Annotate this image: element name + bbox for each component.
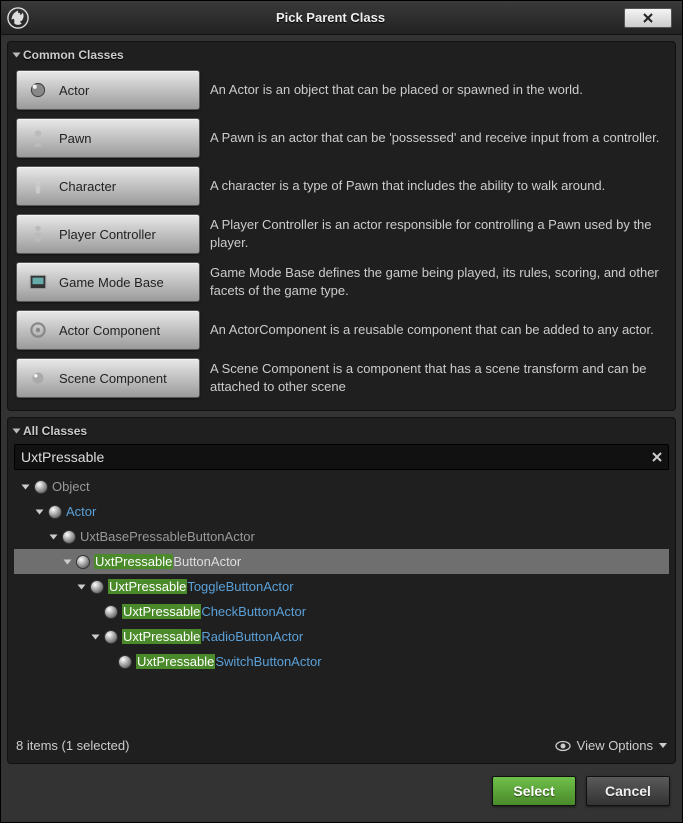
class-bullet-icon — [48, 505, 62, 519]
title-bar: Pick Parent Class — [1, 1, 682, 35]
button-bar: Select Cancel — [7, 770, 676, 816]
tree-item[interactable]: Actor — [14, 499, 669, 524]
class-bullet-icon — [62, 530, 76, 544]
expander-open-icon[interactable] — [90, 633, 100, 641]
game-mode-base-icon — [27, 271, 49, 293]
player-controller-icon — [27, 223, 49, 245]
close-icon — [651, 451, 663, 463]
class-row-game-mode-base: Game Mode Base Game Mode Base defines the… — [14, 258, 669, 306]
select-button[interactable]: Select — [492, 776, 576, 806]
tree-item[interactable]: UxtPressableButtonActor — [14, 549, 669, 574]
tree-item-label: UxtPressableSwitchButtonActor — [136, 654, 322, 669]
clear-search-button[interactable] — [646, 446, 668, 468]
section-title: Common Classes — [23, 48, 124, 62]
close-icon — [642, 12, 654, 24]
tree-item[interactable]: UxtPressableToggleButtonActor — [14, 574, 669, 599]
class-label: Character — [59, 179, 116, 194]
tree-item-label: Object — [52, 479, 90, 494]
dialog-body: Common Classes Actor An Actor is an objec… — [1, 35, 682, 822]
tree-item[interactable]: UxtPressableCheckButtonActor — [14, 599, 669, 624]
tree-item-label: UxtBasePressableButtonActor — [80, 529, 255, 544]
tree-item-label: UxtPressableRadioButtonActor — [122, 629, 303, 644]
all-classes-header[interactable]: All Classes — [14, 422, 669, 442]
expander-open-icon[interactable] — [20, 483, 30, 491]
class-row-actor-component: Actor Component An ActorComponent is a re… — [14, 306, 669, 354]
tree-item[interactable]: Object — [14, 474, 669, 499]
tree-item-label: UxtPressableToggleButtonActor — [108, 579, 294, 594]
character-icon — [27, 175, 49, 197]
scene-component-icon — [27, 367, 49, 389]
class-description: A Player Controller is an actor responsi… — [210, 216, 667, 251]
common-classes-list: Actor An Actor is an object that can be p… — [14, 66, 669, 402]
class-label: Player Controller — [59, 227, 156, 242]
class-description: An Actor is an object that can be placed… — [210, 81, 667, 99]
window-title: Pick Parent Class — [37, 10, 624, 25]
search-input[interactable] — [15, 449, 646, 465]
eye-icon — [555, 740, 571, 752]
class-bullet-icon — [104, 605, 118, 619]
class-bullet-icon — [118, 655, 132, 669]
class-description: Game Mode Base defines the game being pl… — [210, 264, 667, 299]
expander-open-icon[interactable] — [48, 533, 58, 541]
class-description: A character is a type of Pawn that inclu… — [210, 177, 667, 195]
class-bullet-icon — [104, 630, 118, 644]
expander-open-icon[interactable] — [76, 583, 86, 591]
class-bullet-icon — [34, 480, 48, 494]
search-row — [14, 444, 669, 470]
class-row-player-controller: Player Controller A Player Controller is … — [14, 210, 669, 258]
tree-item[interactable]: UxtBasePressableButtonActor — [14, 524, 669, 549]
class-button-game-mode-base[interactable]: Game Mode Base — [16, 262, 200, 302]
tree-footer: 8 items (1 selected) View Options — [14, 732, 669, 755]
tree-item[interactable]: UxtPressableSwitchButtonActor — [14, 649, 669, 674]
all-classes-panel: All Classes Object Actor UxtBasePressableB… — [7, 417, 676, 764]
pawn-icon — [27, 127, 49, 149]
tree-item-label: UxtPressableCheckButtonActor — [122, 604, 306, 619]
class-button-actor[interactable]: Actor — [16, 70, 200, 110]
section-title: All Classes — [23, 424, 87, 438]
class-label: Pawn — [59, 131, 92, 146]
class-row-actor: Actor An Actor is an object that can be p… — [14, 66, 669, 114]
actor-icon — [27, 79, 49, 101]
class-label: Scene Component — [59, 371, 167, 386]
class-button-character[interactable]: Character — [16, 166, 200, 206]
class-button-pawn[interactable]: Pawn — [16, 118, 200, 158]
tree-item-label: Actor — [66, 504, 96, 519]
class-row-scene-component: Scene Component A Scene Component is a co… — [14, 354, 669, 402]
class-button-actor-component[interactable]: Actor Component — [16, 310, 200, 350]
chevron-down-icon — [659, 743, 667, 748]
tree-item[interactable]: UxtPressableRadioButtonActor — [14, 624, 669, 649]
close-button[interactable] — [624, 8, 672, 28]
actor-component-icon — [27, 319, 49, 341]
expander-open-icon[interactable] — [62, 558, 72, 566]
common-classes-header[interactable]: Common Classes — [14, 46, 669, 66]
class-label: Game Mode Base — [59, 275, 164, 290]
tree-item-label: UxtPressableButtonActor — [94, 554, 241, 569]
class-tree: Object Actor UxtBasePressableButtonActor Ux… — [14, 474, 669, 674]
chevron-down-icon — [13, 53, 21, 58]
class-description: A Pawn is an actor that can be 'possesse… — [210, 129, 667, 147]
view-options-label: View Options — [577, 738, 653, 753]
class-label: Actor Component — [59, 323, 160, 338]
class-button-scene-component[interactable]: Scene Component — [16, 358, 200, 398]
class-bullet-icon — [76, 555, 90, 569]
view-options-button[interactable]: View Options — [555, 738, 667, 753]
class-button-player-controller[interactable]: Player Controller — [16, 214, 200, 254]
common-classes-panel: Common Classes Actor An Actor is an objec… — [7, 41, 676, 411]
class-label: Actor — [59, 83, 89, 98]
class-row-character: Character A character is a type of Pawn t… — [14, 162, 669, 210]
cancel-button[interactable]: Cancel — [586, 776, 670, 806]
dialog-window: Pick Parent Class Common Classes Actor An… — [0, 0, 683, 823]
class-description: An ActorComponent is a reusable componen… — [210, 321, 667, 339]
chevron-down-icon — [13, 429, 21, 434]
class-description: A Scene Component is a component that ha… — [210, 360, 667, 395]
class-bullet-icon — [90, 580, 104, 594]
expander-open-icon[interactable] — [34, 508, 44, 516]
class-row-pawn: Pawn A Pawn is an actor that can be 'poss… — [14, 114, 669, 162]
status-text: 8 items (1 selected) — [16, 738, 129, 753]
unreal-logo-icon — [7, 7, 29, 29]
